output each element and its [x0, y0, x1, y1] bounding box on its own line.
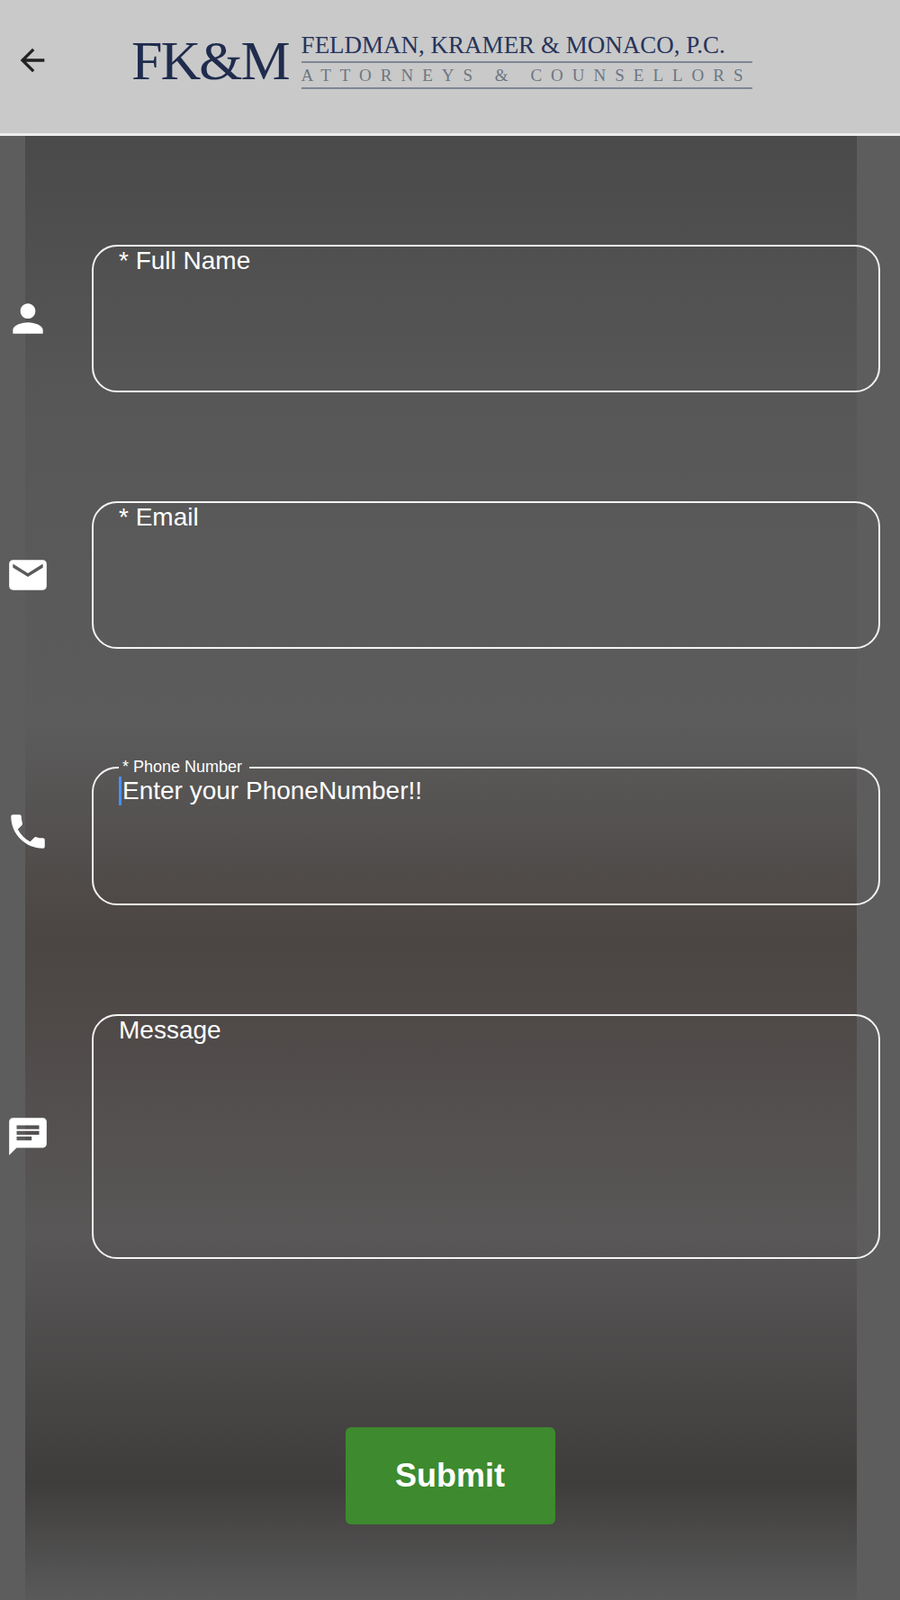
text-field[interactable]: * Full Name — [91, 244, 881, 393]
logo-mark: FK&M — [131, 32, 289, 89]
firm-logo: FK&MFELDMAN, KRAMER & MONACO, P.C.ATTORN… — [131, 31, 753, 90]
app-header: FK&MFELDMAN, KRAMER & MONACO, P.C.ATTORN… — [0, 0, 900, 136]
background-photo — [25, 135, 857, 1600]
form-row: * Email — [0, 501, 881, 649]
firm-name: FELDMAN, KRAMER & MONACO, P.C. — [301, 31, 753, 63]
mail-icon — [5, 552, 51, 598]
field-icon-box — [0, 809, 92, 855]
field-label: * Phone Number — [118, 757, 250, 777]
form-row: * Full Name — [0, 244, 881, 393]
firm-tagline: ATTORNEYS & COUNSELLORS — [301, 63, 753, 90]
phone-icon — [5, 809, 51, 855]
text-field[interactable]: * Phone NumberEnter your PhoneNumber!! — [91, 757, 881, 906]
form-row: * Phone NumberEnter your PhoneNumber!! — [0, 757, 881, 906]
firm-names: FELDMAN, KRAMER & MONACO, P.C.ATTORNEYS … — [301, 31, 753, 90]
back-button[interactable] — [12, 40, 53, 81]
field-placeholder: Enter your PhoneNumber!! — [122, 776, 423, 806]
submit-row: Submit — [0, 1427, 881, 1525]
back-arrow-icon[interactable] — [14, 42, 51, 79]
field-icon-box — [0, 1114, 92, 1160]
contact-form: * Full Name * Email * Phone NumberEnter yo… — [0, 135, 900, 1600]
field-icon-box — [0, 296, 92, 342]
field-input[interactable]: Enter your PhoneNumber!! — [118, 776, 423, 806]
message-icon — [5, 1114, 51, 1160]
text-field[interactable]: * Email — [91, 501, 881, 649]
field-label[interactable]: * Email — [118, 503, 199, 532]
field-label[interactable]: * Full Name — [118, 246, 251, 276]
message-field[interactable]: Message — [91, 1014, 881, 1260]
text-caret — [118, 776, 122, 806]
field-icon-box — [0, 552, 92, 598]
form-row: Message — [0, 1014, 881, 1260]
person-icon — [5, 296, 51, 342]
field-label[interactable]: Message — [118, 1016, 222, 1045]
submit-button[interactable]: Submit — [345, 1427, 556, 1525]
